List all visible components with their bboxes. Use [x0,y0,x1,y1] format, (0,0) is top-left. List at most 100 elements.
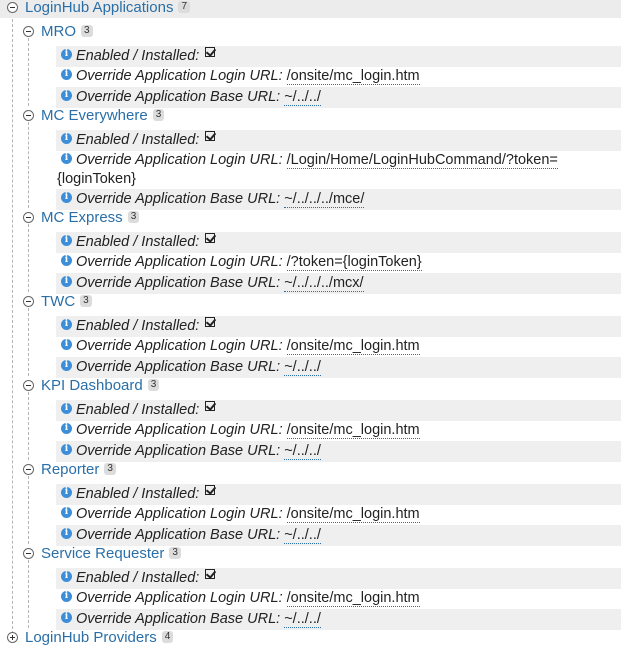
info-icon[interactable]: i [61,319,72,330]
expand-icon[interactable] [7,632,18,643]
info-icon[interactable]: i [61,49,72,60]
property-name: Override Application Base URL: [76,443,281,459]
collapse-icon[interactable] [23,26,34,37]
property-row-login-url: i Override Application Login URL: /onsit… [56,336,621,357]
info-icon[interactable]: i [61,90,72,101]
info-icon[interactable]: i [61,69,72,80]
property-value[interactable]: ~/../../ [284,359,321,376]
checkbox-checked-icon[interactable] [205,317,216,327]
property-name: Enabled / Installed: [76,234,200,250]
node-label[interactable]: Service Requester [41,545,164,562]
tree-node-loginhub-providers[interactable]: LoginHub Providers 4 [0,627,621,648]
info-icon[interactable]: i [61,360,72,371]
node-label[interactable]: LoginHub Applications [25,0,173,16]
node-label[interactable]: MRO [41,23,76,40]
checkbox-checked-icon[interactable] [205,47,216,57]
info-icon[interactable]: i [61,339,72,350]
info-icon[interactable]: i [61,403,72,414]
info-icon[interactable]: i [61,507,72,518]
count-badge: 3 [104,463,116,476]
info-icon[interactable]: i [61,591,72,602]
property-value[interactable]: /onsite/mc_login.htm [286,422,420,439]
property-name: Override Application Login URL: [76,506,283,522]
collapse-icon[interactable] [23,380,34,391]
app-header[interactable]: Reporter 3 [0,459,621,480]
app-header[interactable]: MC Everywhere 3 [0,105,621,126]
tree-guide-line [28,308,29,376]
property-row-enabled: i Enabled / Installed: [56,568,621,589]
info-icon[interactable]: i [61,487,72,498]
property-name: Override Application Base URL: [76,527,281,543]
property-value[interactable]: /Login/Home/LoginHubCommand/?token= [286,152,558,169]
property-row-login-url: i Override Application Login URL: /onsit… [56,66,621,87]
app-header[interactable]: MC Express 3 [0,207,621,228]
app-header[interactable]: Service Requester 3 [0,543,621,564]
property-row-enabled: i Enabled / Installed: [56,130,621,151]
property-value[interactable]: /onsite/mc_login.htm [286,590,420,607]
property-row-enabled: i Enabled / Installed: [56,316,621,337]
node-label[interactable]: LoginHub Providers [25,629,157,646]
info-icon[interactable]: i [61,153,72,164]
property-value-continued[interactable]: {loginToken} [57,169,137,190]
info-icon[interactable]: i [61,612,72,623]
property-name: Override Application Base URL: [76,611,281,627]
checkbox-checked-icon[interactable] [205,485,216,495]
node-label[interactable]: KPI Dashboard [41,377,143,394]
collapse-icon[interactable] [23,212,34,223]
property-name: Enabled / Installed: [76,486,200,502]
property-row-login-url: i Override Application Login URL: /onsit… [56,588,621,609]
property-name: Override Application Base URL: [76,359,281,375]
property-name: Override Application Login URL: [76,338,283,354]
node-label[interactable]: MC Express [41,209,123,226]
property-value[interactable]: /?token={loginToken} [286,254,422,271]
property-row-enabled: i Enabled / Installed: [56,232,621,253]
collapse-icon[interactable] [7,2,18,13]
property-value[interactable]: ~/../../ [284,611,321,628]
property-name: Enabled / Installed: [76,570,200,586]
tree-guide-line [28,392,29,460]
property-name: Override Application Login URL: [76,68,283,84]
property-name: Override Application Base URL: [76,191,281,207]
app-header[interactable]: TWC 3 [0,291,621,312]
info-icon[interactable]: i [61,276,72,287]
checkbox-checked-icon[interactable] [205,569,216,579]
property-value[interactable]: ~/../../../mcx/ [284,275,364,292]
info-icon[interactable]: i [61,192,72,203]
node-label[interactable]: MC Everywhere [41,107,148,124]
info-icon[interactable]: i [61,423,72,434]
count-badge: 3 [169,547,181,560]
property-value[interactable]: ~/../../ [284,443,321,460]
info-icon[interactable]: i [61,235,72,246]
node-label[interactable]: Reporter [41,461,99,478]
info-icon[interactable]: i [61,255,72,266]
property-row-enabled: i Enabled / Installed: [56,484,621,505]
property-row-login-url: i Override Application Login URL: /Login… [56,150,621,190]
tree-node-loginhub-applications[interactable]: LoginHub Applications 7 [0,0,621,18]
app-header[interactable]: MRO 3 [0,21,621,42]
count-badge: 3 [127,211,140,224]
info-icon[interactable]: i [61,571,72,582]
checkbox-checked-icon[interactable] [205,401,216,411]
collapse-icon[interactable] [23,110,34,121]
property-row-login-url: i Override Application Login URL: /onsit… [56,420,621,441]
checkbox-checked-icon[interactable] [205,131,216,141]
collapse-icon[interactable] [23,464,34,475]
property-name: Override Application Login URL: [76,590,283,606]
property-value[interactable]: /onsite/mc_login.htm [286,338,420,355]
info-icon[interactable]: i [61,444,72,455]
property-value[interactable]: ~/../../ [284,89,321,106]
info-icon[interactable]: i [61,133,72,144]
property-value[interactable]: /onsite/mc_login.htm [286,506,420,523]
app-header[interactable]: KPI Dashboard 3 [0,375,621,396]
collapse-icon[interactable] [23,548,34,559]
property-value[interactable]: /onsite/mc_login.htm [286,68,420,85]
tree-guide-line [28,476,29,544]
node-label[interactable]: TWC [41,293,75,310]
info-icon[interactable]: i [61,528,72,539]
property-name: Override Application Base URL: [76,89,281,105]
property-name: Override Application Base URL: [76,275,281,291]
property-value[interactable]: ~/../../../mce/ [284,191,365,208]
checkbox-checked-icon[interactable] [205,233,216,243]
collapse-icon[interactable] [23,296,34,307]
property-value[interactable]: ~/../../ [284,527,321,544]
